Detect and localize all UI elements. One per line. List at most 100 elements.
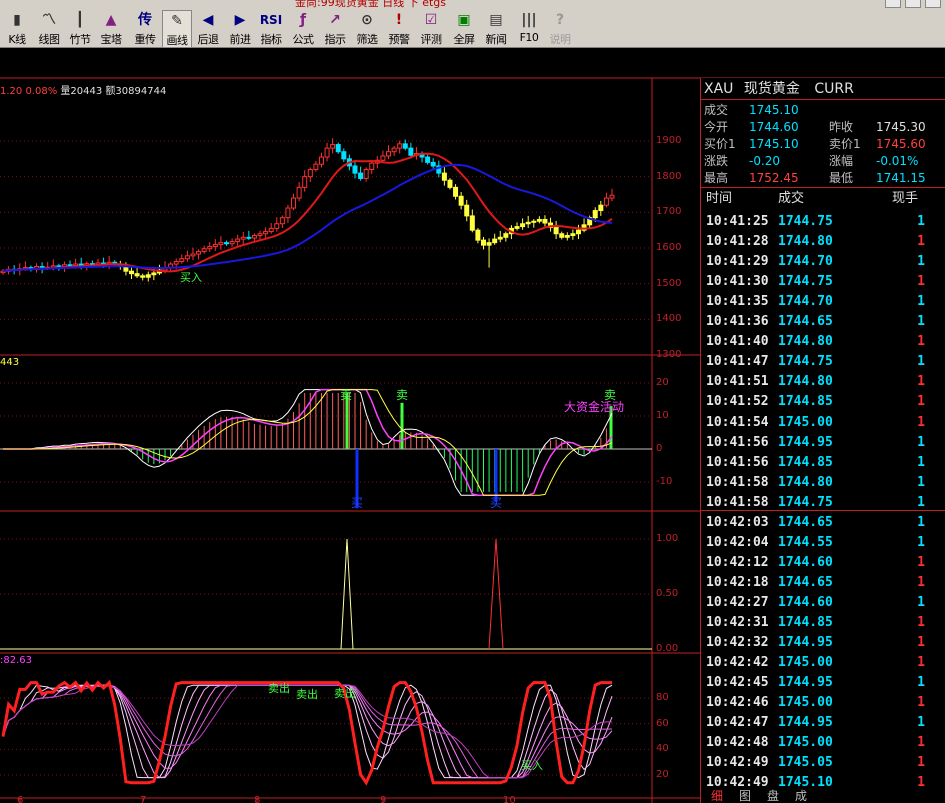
candle-body <box>330 144 336 149</box>
tick-row[interactable]: 10:41:30 1744.75 1 <box>706 272 941 292</box>
tick-row[interactable]: 10:41:29 1744.70 1 <box>706 252 941 272</box>
tick-price: 1744.65 <box>778 574 833 590</box>
close-button[interactable] <box>925 0 941 8</box>
tick-row[interactable]: 10:42:27 1744.60 1 <box>706 593 941 613</box>
tick-price: 1745.05 <box>778 755 833 771</box>
tick-row[interactable]: 10:41:56 1744.95 1 <box>706 433 941 453</box>
tick-row[interactable]: 10:42:03 1744.65 1 <box>706 513 941 533</box>
tick-price: 1744.95 <box>778 675 833 691</box>
candle-body <box>525 221 531 225</box>
high-price: 1752.45 <box>749 171 799 185</box>
tick-time: 10:41:28 <box>706 234 769 250</box>
instrument-code: XAU <box>704 81 734 97</box>
tick-row[interactable]: 10:41:28 1744.80 1 <box>706 232 941 252</box>
x-axis-label: 6 <box>17 795 24 803</box>
candle <box>492 233 498 245</box>
bottom-tab[interactable]: 细 <box>711 790 723 803</box>
candle-body <box>341 151 347 160</box>
tick-time: 10:41:54 <box>706 414 769 430</box>
tick-row[interactable]: 10:41:58 1744.80 1 <box>706 473 941 493</box>
tick-row[interactable]: 10:41:25 1744.75 1 <box>706 212 941 232</box>
tick-row[interactable]: 10:41:40 1744.80 1 <box>706 332 941 352</box>
maximize-button[interactable] <box>905 0 921 8</box>
toolbar-button-candlestick[interactable]: ▮ K线 <box>2 10 32 48</box>
candle <box>458 192 464 210</box>
low-price: 1741.15 <box>876 171 926 185</box>
toolbar-button-formula[interactable]: ƒ 公式 <box>288 10 318 48</box>
candle <box>324 142 330 162</box>
toolbar-button-evaluate[interactable]: ☑ 评测 <box>416 10 446 48</box>
tick-row[interactable]: 10:42:12 1744.60 1 <box>706 553 941 573</box>
title-bar: 金尚:99现货黄金 日线 下 etgs <box>0 0 945 8</box>
tick-row[interactable]: 10:41:51 1744.80 1 <box>706 372 941 392</box>
candle <box>380 150 386 163</box>
tick-row[interactable]: 10:41:54 1745.00 1 <box>706 413 941 433</box>
tick-volume: 1 <box>917 214 925 229</box>
toolbar-button-line-chart[interactable]: 〽线图 <box>34 10 64 48</box>
tick-row[interactable]: 10:42:49 1745.05 1 <box>706 753 941 773</box>
tick-row[interactable]: 10:42:42 1745.00 1 <box>706 653 941 673</box>
toolbar-button-back-arrow[interactable]: ◀ 后退 <box>193 10 223 48</box>
candle <box>212 239 218 251</box>
toolbar-button-reload[interactable]: 传重传 <box>130 10 160 48</box>
tick-row[interactable]: 10:42:32 1744.95 1 <box>706 633 941 653</box>
toolbar-button-tower-chart[interactable]: ▲ 宝塔 <box>96 10 126 48</box>
buy-signal-label: 买入 <box>180 271 202 284</box>
candle <box>447 178 453 190</box>
tick-row[interactable]: 10:41:47 1744.75 1 <box>706 352 941 372</box>
tick-row[interactable]: 10:41:56 1744.85 1 <box>706 453 941 473</box>
tick-row[interactable]: 10:42:31 1744.85 1 <box>706 613 941 633</box>
candle-body <box>570 233 576 237</box>
toolbar-button-draw-line[interactable]: ✎ 画线 <box>162 10 192 48</box>
toolbar-button-bamboo-chart[interactable]: ┃ 竹节 <box>65 10 95 48</box>
tick-volume: 1 <box>917 514 925 530</box>
candle-body <box>145 274 151 278</box>
bid-price: 1745.10 <box>749 137 799 151</box>
candle <box>263 227 269 240</box>
toolbar-button-binoculars[interactable]: ⊙ 筛选 <box>352 10 382 48</box>
tick-row[interactable]: 10:42:45 1744.95 1 <box>706 673 941 693</box>
tick-volume: 1 <box>917 434 925 450</box>
candle-body <box>575 229 581 235</box>
candle <box>386 145 392 160</box>
tick-row[interactable]: 10:42:04 1744.55 1 <box>706 533 941 553</box>
kdj-axis-label: 40 <box>656 743 669 755</box>
toolbar-button-indicator[interactable]: ↗ 指示 <box>320 10 350 48</box>
bottom-tab[interactable]: 成 <box>795 790 807 803</box>
candle <box>363 167 369 182</box>
tick-time: 10:41:30 <box>706 274 769 290</box>
tick-volume: 1 <box>917 615 925 630</box>
tick-row[interactable]: 10:42:48 1745.00 1 <box>706 733 941 753</box>
tick-row[interactable]: 10:42:18 1744.65 1 <box>706 573 941 593</box>
tower-chart-icon: ▲ <box>105 12 117 28</box>
minimize-button[interactable] <box>885 0 901 8</box>
toolbar-button-fullscreen[interactable]: ▣ 全屏 <box>449 10 479 48</box>
tick-row[interactable]: 10:41:52 1744.85 1 <box>706 392 941 412</box>
toolbar-button-news[interactable]: ▤ 新闻 <box>481 10 511 48</box>
toolbar-button-alarm[interactable]: ! 预警 <box>384 10 414 48</box>
toolbar-label: 画线 <box>166 34 189 47</box>
candle <box>335 142 341 154</box>
toolbar-label: 前进 <box>229 33 252 46</box>
toolbar-button-books[interactable]: ||| F10 <box>514 10 544 48</box>
tick-time: 10:42:04 <box>706 534 769 550</box>
bottom-tab[interactable]: 图 <box>739 790 751 803</box>
bottom-tab[interactable]: 盘 <box>767 790 779 803</box>
buy-signal-label: 买 <box>490 496 503 510</box>
sell-signal-label: 卖 <box>340 388 353 402</box>
candle <box>520 218 526 230</box>
tick-row[interactable]: 10:42:46 1745.00 1 <box>706 693 941 713</box>
buy-signal-label: 买 <box>351 496 364 510</box>
tick-time: 10:41:58 <box>706 474 769 490</box>
price-axis-label: 1800 <box>656 170 682 182</box>
toolbar-button-rsi[interactable]: RSI 指标 <box>256 10 286 48</box>
macd-axis-label: -10 <box>656 476 673 487</box>
toolbar-button-forward-arrow[interactable]: ▶ 前进 <box>225 10 255 48</box>
tick-row[interactable]: 10:42:47 1744.95 1 <box>706 713 941 733</box>
tick-row[interactable]: 10:41:36 1744.65 1 <box>706 312 941 332</box>
candle-body <box>592 210 598 219</box>
candle-body <box>324 147 330 158</box>
tick-row[interactable]: 10:41:35 1744.70 1 <box>706 292 941 312</box>
tick-time: 10:42:45 <box>706 675 769 691</box>
candle <box>598 200 604 216</box>
